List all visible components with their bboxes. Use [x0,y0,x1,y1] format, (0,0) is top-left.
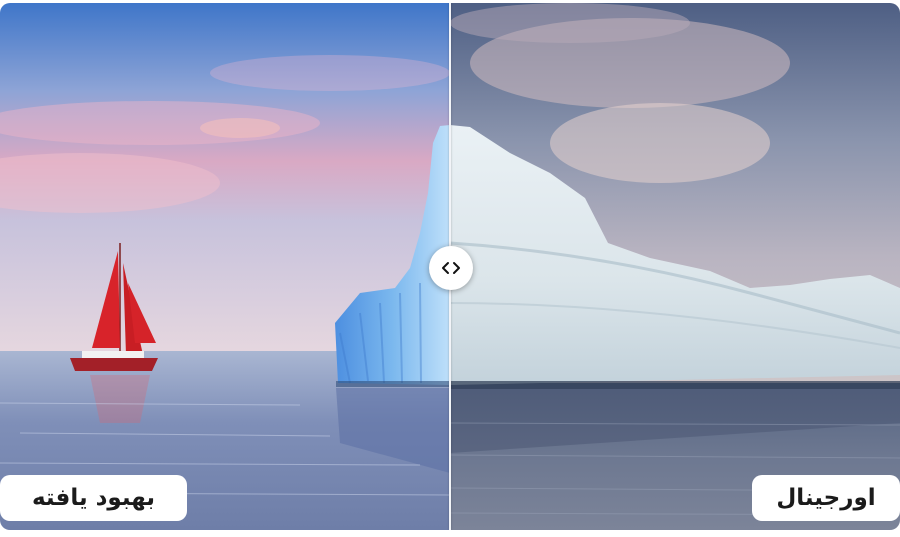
slider-handle[interactable] [429,246,473,290]
original-image [450,3,900,530]
enhanced-label: بهبود یافته [0,475,187,521]
chevron-left-right-icon [441,258,461,278]
before-after-comparison: بهبود یافته اورجینال [0,3,900,530]
original-label: اورجینال [752,475,900,521]
enhanced-image [0,3,450,530]
